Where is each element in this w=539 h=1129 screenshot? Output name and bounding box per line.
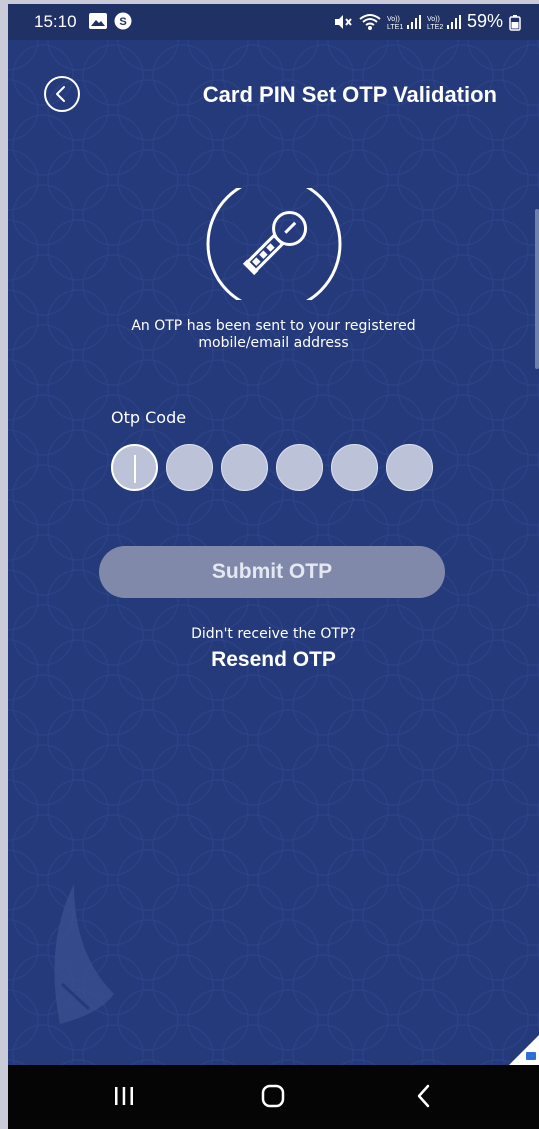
- back-icon[interactable]: [404, 1081, 444, 1113]
- wifi-icon: [359, 13, 381, 30]
- resend-hint: Didn't receive the OTP?: [191, 626, 356, 642]
- otp-input-group: [111, 444, 433, 491]
- otp-sent-message-line2: mobile/email address: [198, 335, 349, 351]
- otp-digit-3[interactable]: [221, 444, 268, 491]
- otp-digit-4[interactable]: [276, 444, 323, 491]
- otp-digit-6[interactable]: [386, 444, 433, 491]
- submit-otp-button[interactable]: Submit OTP: [99, 546, 445, 598]
- recents-icon[interactable]: [104, 1081, 144, 1113]
- svg-text:S: S: [119, 16, 126, 28]
- app-screen: 15:10 S Vo)) LTE1 Vo)) LTE2 59% Card PIN…: [8, 4, 539, 1129]
- otp-sent-message-line1: An OTP has been sent to your registered: [131, 318, 416, 334]
- otp-sent-message: An OTP has been sent to your registered …: [68, 318, 479, 352]
- corner-badge-icon[interactable]: [509, 1035, 539, 1065]
- status-time: 15:10: [34, 12, 77, 31]
- chevron-left-icon: [56, 86, 65, 102]
- lte1-signal-icon: Vo)) LTE1: [387, 14, 421, 31]
- back-button[interactable]: [44, 76, 80, 112]
- page-title: Card PIN Set OTP Validation: [202, 82, 497, 107]
- otp-code-label: Otp Code: [111, 408, 187, 427]
- text-caret: [134, 455, 136, 483]
- svg-text:Vo)): Vo)): [387, 16, 400, 23]
- status-notification-icons: S: [88, 12, 132, 30]
- otp-digit-2[interactable]: [166, 444, 213, 491]
- otp-digit-5[interactable]: [331, 444, 378, 491]
- mute-icon: [334, 14, 352, 29]
- scrollbar[interactable]: [535, 209, 539, 369]
- svg-text:Vo)): Vo)): [427, 16, 440, 23]
- resend-otp-link[interactable]: Resend OTP: [8, 648, 539, 672]
- key-icon: [206, 188, 342, 300]
- gallery-icon: [89, 13, 107, 29]
- otp-digit-1[interactable]: [111, 444, 158, 491]
- battery-icon: [509, 14, 521, 31]
- lte2-signal-icon: Vo)) LTE2: [427, 14, 461, 31]
- battery-percent: 59%: [466, 11, 503, 31]
- navigation-bar: [8, 1065, 539, 1129]
- svg-text:LTE1: LTE1: [387, 24, 403, 31]
- status-bar: 15:10 S Vo)) LTE1 Vo)) LTE2 59%: [8, 4, 539, 40]
- s-app-icon: S: [114, 12, 132, 30]
- svg-text:LTE2: LTE2: [427, 24, 443, 31]
- sail-watermark-icon: [54, 884, 114, 1024]
- status-system-icons: Vo)) LTE1 Vo)) LTE2 59%: [333, 11, 521, 32]
- home-icon[interactable]: [253, 1081, 293, 1113]
- header: Card PIN Set OTP Validation: [8, 74, 539, 120]
